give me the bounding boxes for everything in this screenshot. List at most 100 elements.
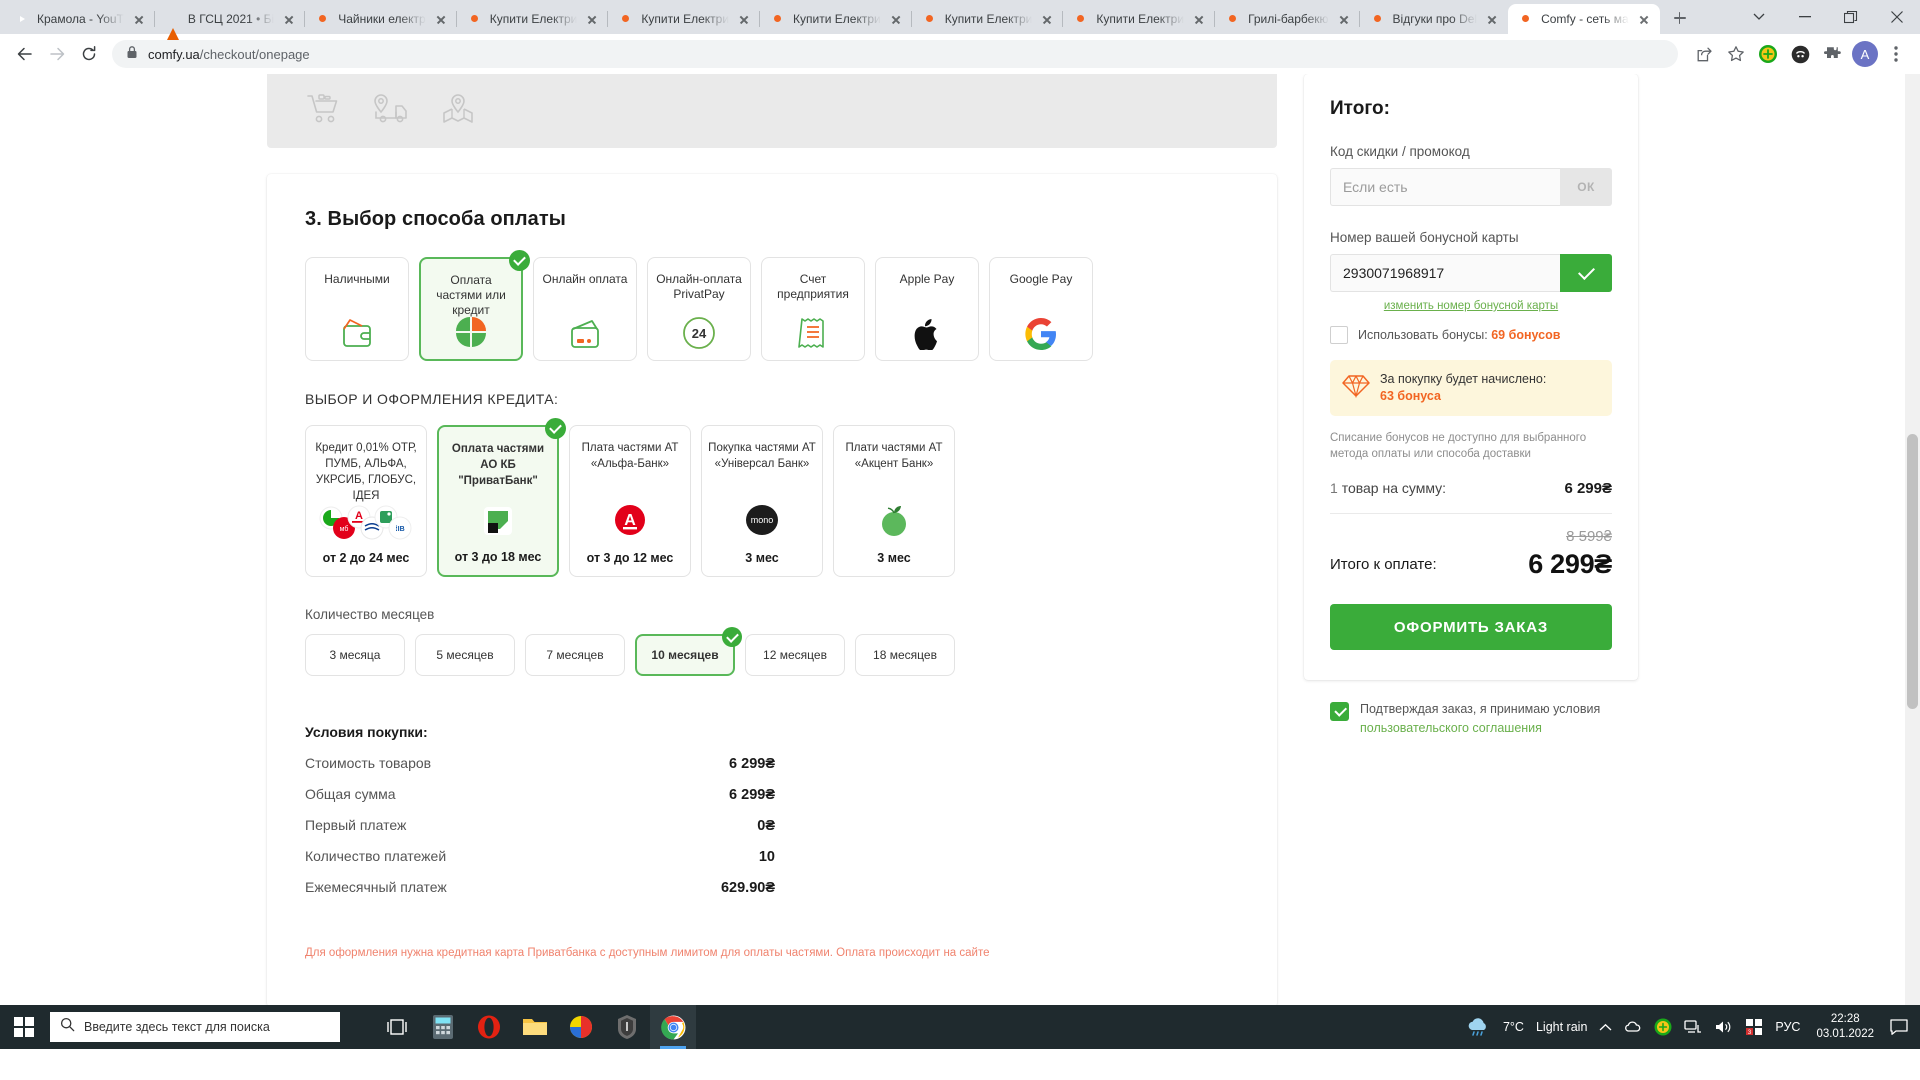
terms-checkbox[interactable]: [1330, 702, 1349, 721]
credit-option-privatbank[interactable]: Оплата частями АО КБ "ПриватБанк" от 3 д…: [437, 425, 559, 577]
month-option-12[interactable]: 12 месяцев: [745, 634, 845, 676]
bonus-card-input[interactable]: [1330, 254, 1560, 292]
bonus-card-confirm-button[interactable]: [1560, 254, 1612, 292]
browser-tab[interactable]: Купити Електри: [912, 4, 1064, 34]
browser-tab[interactable]: Купити Електри: [608, 4, 760, 34]
new-tab-button[interactable]: [1666, 4, 1694, 32]
credit-section-title: ВЫБОР И ОФОРМЛЕНИЯ КРЕДИТА:: [305, 391, 1239, 407]
volume-icon[interactable]: [1708, 1005, 1739, 1049]
close-icon[interactable]: [1636, 11, 1652, 27]
close-icon[interactable]: [584, 11, 600, 27]
opera-icon[interactable]: [466, 1005, 512, 1049]
tab-title: Купити Електри: [1096, 12, 1184, 26]
browser-tab[interactable]: Купити Електри: [760, 4, 912, 34]
weather-temp[interactable]: 7°C: [1497, 1005, 1530, 1049]
network-icon[interactable]: [1678, 1005, 1708, 1049]
taskbar-search-box[interactable]: Введите здесь текст для поиска: [50, 1012, 340, 1042]
browser-tab[interactable]: Відгуки про Del: [1360, 4, 1509, 34]
paint-ball-icon[interactable]: [558, 1005, 604, 1049]
payment-method-apple-pay[interactable]: Apple Pay: [875, 257, 979, 361]
maximize-button[interactable]: [1828, 1, 1874, 33]
items-label: 1 товар на сумму:: [1330, 480, 1446, 496]
tab-search-chevron-down-icon[interactable]: [1736, 1, 1782, 33]
calculator-icon[interactable]: [420, 1005, 466, 1049]
payment-method-online[interactable]: Онлайн оплата: [533, 257, 637, 361]
payment-method-cash[interactable]: Наличными: [305, 257, 409, 361]
payment-method-invoice[interactable]: Счет предприятия: [761, 257, 865, 361]
back-arrow-icon[interactable]: [10, 39, 40, 69]
close-icon[interactable]: [281, 11, 297, 27]
month-option-18[interactable]: 18 месяцев: [855, 634, 955, 676]
close-icon[interactable]: [1191, 11, 1207, 27]
bookmark-star-icon[interactable]: [1722, 40, 1750, 68]
onedrive-icon[interactable]: [1618, 1005, 1648, 1049]
change-bonus-card-link[interactable]: изменить номер бонусной карты: [1330, 300, 1612, 312]
month-option-10[interactable]: 10 месяцев: [635, 634, 735, 676]
address-bar[interactable]: comfy.ua/checkout/onepage: [112, 40, 1678, 68]
reload-icon[interactable]: [74, 39, 104, 69]
extension-green-icon[interactable]: [1754, 40, 1782, 68]
world-of-tanks-icon[interactable]: [604, 1005, 650, 1049]
credit-option-alfabank[interactable]: Плата частями АТ «Альфа-Банк» A от 3 до …: [569, 425, 691, 577]
file-explorer-icon[interactable]: [512, 1005, 558, 1049]
share-icon[interactable]: [1690, 40, 1718, 68]
close-icon[interactable]: [433, 11, 449, 27]
place-order-button[interactable]: ОФОРМИТЬ ЗАКАЗ: [1330, 604, 1612, 650]
month-option-3[interactable]: 3 месяца: [305, 634, 405, 676]
promo-input[interactable]: [1330, 168, 1560, 206]
forward-arrow-icon[interactable]: [42, 39, 72, 69]
windows-start-icon[interactable]: [0, 1005, 48, 1049]
map-pin-icon[interactable]: [441, 94, 475, 129]
payment-method-google-pay[interactable]: Google Pay: [989, 257, 1093, 361]
month-option-7[interactable]: 7 месяцев: [525, 634, 625, 676]
credit-option-accentbank[interactable]: Плати частями АТ «Акцент Банк» 3 мес: [833, 425, 955, 577]
close-icon[interactable]: [888, 11, 904, 27]
close-window-button[interactable]: [1874, 1, 1920, 33]
chevron-up-icon[interactable]: [1593, 1005, 1618, 1049]
weather-desc[interactable]: Light rain: [1530, 1005, 1593, 1049]
chrome-icon[interactable]: [650, 1005, 696, 1049]
notification-icon[interactable]: [1884, 1005, 1914, 1049]
browser-tab[interactable]: Купити Електри: [457, 4, 609, 34]
rain-cloud-icon[interactable]: [1459, 1005, 1497, 1049]
tab-title: Чайники електр: [338, 12, 426, 26]
comfy-icon: [315, 11, 331, 27]
close-icon[interactable]: [1336, 11, 1352, 27]
close-icon[interactable]: [131, 11, 147, 27]
browser-tab-active[interactable]: Comfy - сеть ма: [1508, 4, 1660, 34]
calendar-red-icon[interactable]: 3: [1739, 1005, 1769, 1049]
chrome-menu-icon[interactable]: [1882, 40, 1910, 68]
payment-method-privatpay[interactable]: Онлайн-оплата PrivatPay 24: [647, 257, 751, 361]
shield-green-icon[interactable]: [1648, 1005, 1678, 1049]
close-icon[interactable]: [1039, 11, 1055, 27]
scrollbar-thumb[interactable]: [1907, 434, 1918, 709]
browser-tab[interactable]: Купити Електри: [1063, 4, 1215, 34]
condition-row: Стоимость товаров 6 299₴: [305, 748, 775, 779]
payment-method-installment[interactable]: Оплата частями или кредит: [419, 257, 523, 361]
credit-option-0001[interactable]: Кредит 0,01% ОТР, ПУМБ, АЛЬФА, УКРСИБ, Г…: [305, 425, 427, 577]
taskbar-clock[interactable]: 22:28 03.01.2022: [1806, 1012, 1884, 1042]
checkout-steps-bar: [267, 74, 1277, 148]
close-icon[interactable]: [736, 11, 752, 27]
promo-ok-button[interactable]: ОК: [1560, 168, 1612, 206]
browser-tab[interactable]: Грилі-барбекю: [1215, 4, 1359, 34]
browser-tab[interactable]: В ГСЦ 2021 • Бі: [155, 4, 305, 34]
extension-dark-icon[interactable]: [1786, 40, 1814, 68]
delivery-truck-icon[interactable]: [373, 94, 409, 129]
browser-tab[interactable]: Крамола - YouT: [4, 4, 155, 34]
credit-options-row: Кредит 0,01% ОТР, ПУМБ, АЛЬФА, УКРСИБ, Г…: [305, 425, 1239, 577]
use-bonuses-row[interactable]: Использовать бонусы: 69 бонусов: [1330, 326, 1612, 344]
close-icon[interactable]: [1484, 11, 1500, 27]
language-indicator[interactable]: РУС: [1769, 1005, 1806, 1049]
cart-icon[interactable]: [307, 94, 341, 129]
task-view-icon[interactable]: [374, 1005, 420, 1049]
page-scrollbar[interactable]: [1905, 74, 1920, 1049]
puzzle-icon[interactable]: [1818, 40, 1846, 68]
month-option-5[interactable]: 5 месяцев: [415, 634, 515, 676]
terms-link[interactable]: пользовательского соглашения: [1360, 721, 1542, 735]
browser-tab[interactable]: Чайники електр: [305, 4, 457, 34]
profile-avatar[interactable]: A: [1852, 41, 1878, 67]
use-bonuses-checkbox[interactable]: [1330, 326, 1348, 344]
credit-option-monobank[interactable]: Покупка частями АТ «Унiверсал Банк» mono…: [701, 425, 823, 577]
minimize-button[interactable]: [1782, 1, 1828, 33]
